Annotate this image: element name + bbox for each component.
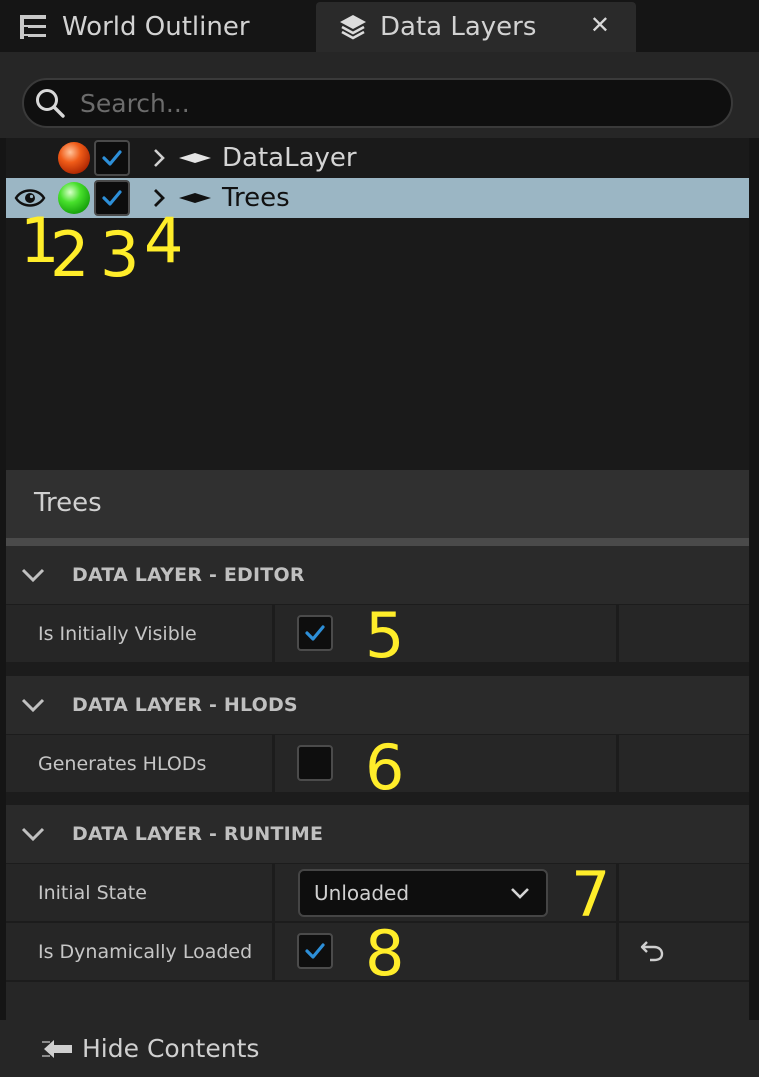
checkmark-icon [305,625,325,641]
hide-contents-label: Hide Contents [82,1034,260,1063]
property-label: Generates HLODs [38,753,207,775]
hide-contents-button[interactable]: Hide Contents [0,1020,759,1077]
details-title: Trees [6,470,749,538]
category-data-layer-hlods[interactable]: DATA LAYER - HLODS [6,676,749,734]
chevron-right-icon[interactable] [152,148,166,168]
callout-8: 8 [365,917,405,990]
category-label: DATA LAYER - RUNTIME [72,823,324,845]
callout-5: 5 [365,599,405,672]
callout-6: 6 [365,731,405,804]
details-footer-space [6,982,749,1020]
callout-4: 4 [144,204,184,277]
property-row-initial-state: Initial State Unloaded 7 [6,864,749,926]
tab-data-layers[interactable]: Data Layers ✕ [316,2,636,52]
close-tab-button[interactable]: ✕ [590,11,610,39]
category-data-layer-editor[interactable]: DATA LAYER - EDITOR [6,546,749,604]
layer-name: DataLayer [222,143,357,173]
tab-world-outliner-label: World Outliner [62,12,250,42]
property-row-is-initially-visible: Is Initially Visible 5 [6,605,749,667]
layer-row-datalayer[interactable]: DataLayer [6,138,749,178]
data-layer-icon [179,193,211,203]
hide-contents-icon [42,1039,72,1058]
outliner-icon [20,15,46,39]
property-label: Is Initially Visible [38,623,197,645]
property-label: Initial State [38,882,147,904]
property-label: Is Dynamically Loaded [38,941,253,963]
data-layer-icon [179,153,211,163]
callout-3: 3 [100,218,140,291]
property-row-is-dynamically-loaded: Is Dynamically Loaded 8 [6,923,749,985]
layer-name: Trees [222,183,290,213]
property-row-generates-hlods: Generates HLODs 6 [6,735,749,799]
details-divider [6,538,749,546]
layer-row-trees[interactable]: Trees [6,178,749,218]
data-layer-tree: DataLayer Trees 1 2 3 4 [6,138,749,470]
checkmark-icon [102,190,122,206]
search-area [0,52,759,138]
initial-state-value: Unloaded [314,881,410,905]
checkmark-icon [305,943,325,959]
callout-7: 7 [571,858,611,931]
reset-to-default-icon[interactable] [639,939,665,963]
category-label: DATA LAYER - EDITOR [72,564,305,586]
category-label: DATA LAYER - HLODS [72,694,298,716]
callout-2: 2 [50,218,90,291]
category-data-layer-runtime[interactable]: DATA LAYER - RUNTIME [6,805,749,863]
chevron-down-icon [21,827,45,842]
search-input[interactable] [80,88,680,118]
chevron-down-icon [21,698,45,713]
tab-data-layers-label: Data Layers [380,12,537,42]
is-initially-visible-checkbox[interactable] [297,615,333,651]
generates-hlods-checkbox[interactable] [297,745,333,781]
layers-icon [340,15,366,40]
checkmark-icon [102,150,122,166]
search-box[interactable] [22,78,733,128]
initial-state-dropdown[interactable]: Unloaded [298,869,548,917]
is-dynamically-loaded-checkbox[interactable] [297,933,333,969]
chevron-down-icon [511,888,529,899]
tab-world-outliner[interactable]: World Outliner [0,2,312,52]
chevron-down-icon [21,568,45,583]
layer-checkbox[interactable] [94,180,130,216]
layer-status-indicator [58,182,90,214]
layer-status-indicator [58,142,90,174]
layer-checkbox[interactable] [94,140,130,176]
search-icon [36,89,65,118]
